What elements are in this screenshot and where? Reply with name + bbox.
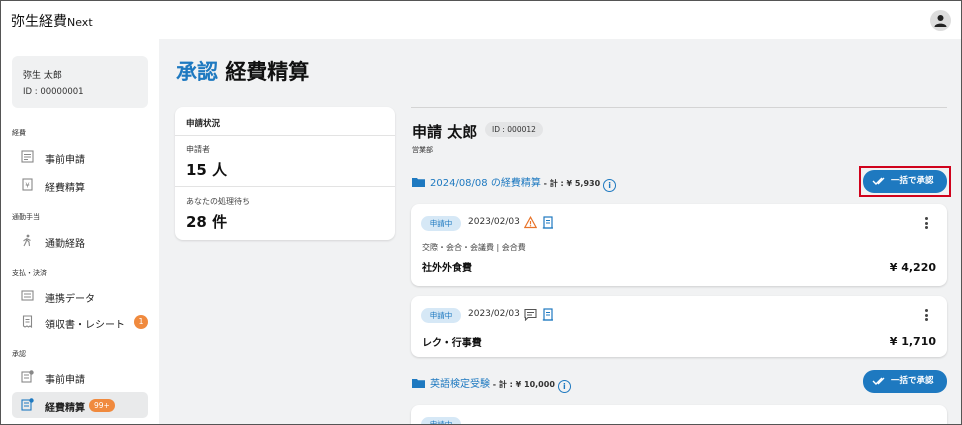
section-label-payment: 支払・決済: [12, 269, 47, 277]
folder-icon: [412, 379, 425, 388]
group-title-text: 2024/08/08 の経費精算: [430, 178, 541, 189]
info-icon[interactable]: i: [603, 179, 617, 192]
page-title-rest: 経費精算: [225, 60, 310, 84]
highlight-box: [859, 166, 951, 197]
account-avatar[interactable]: [930, 10, 951, 31]
sidebar-item-label: 領収書・レシート: [45, 320, 125, 331]
approval-expense-icon: [21, 398, 34, 411]
sidebar-item-linked-data[interactable]: 連携データ: [12, 283, 148, 309]
sidebar-item-label: 連携データ: [45, 294, 95, 305]
sidebar-item-label: 経費精算: [45, 183, 85, 194]
receipts-count-badge: 1: [134, 315, 148, 329]
walking-icon: [23, 234, 31, 247]
expense-card[interactable]: 申請中 2023/02/03 レク・行事費 ¥ 1,710: [411, 296, 947, 357]
info-icon[interactable]: i: [557, 380, 571, 393]
application-status-card: 申請状況 申請者 15 人 あなたの処理待ち 28 件: [175, 107, 395, 240]
group-title[interactable]: 英語検定受験 - 計 : ¥ 10,000 i: [430, 375, 571, 393]
group-total: - 計 : ¥ 10,000: [490, 380, 555, 389]
status-card-heading: 申請状況: [186, 119, 221, 129]
app-logo[interactable]: 弥生経費Next: [11, 11, 93, 31]
receipt-icon: [542, 216, 553, 229]
person-icon: [934, 15, 947, 27]
approval-doc-icon: [21, 370, 34, 383]
status-chip: 申請中: [421, 216, 461, 231]
divider: [175, 186, 395, 187]
sidebar-item-pre-application[interactable]: 事前申請: [12, 144, 148, 170]
section-label-commute: 通勤手当: [12, 213, 40, 221]
app-window: 弥生経費Next 弥生 太郎 ID : 00000001 経費 事前申請 ¥ 経…: [0, 0, 962, 425]
applicant-name: 申請 太郎: [412, 123, 478, 141]
pending-label: あなたの処理待ち: [186, 197, 250, 206]
sidebar-item-approval-expense-settlement[interactable]: 経費精算 99+: [12, 392, 148, 418]
document-icon: [21, 150, 34, 163]
sidebar-item-label: 経費精算: [45, 403, 85, 414]
receipt-icon: [542, 308, 553, 321]
more-options-icon[interactable]: [923, 216, 929, 230]
pending-value: 28 件: [186, 213, 228, 231]
expense-date: 2023/02/03: [468, 217, 520, 227]
double-check-icon: [872, 377, 885, 385]
expense-amount: ¥ 4,220: [889, 261, 936, 274]
applicants-label: 申請者: [186, 145, 210, 154]
sidebar-item-label: 通勤経路: [45, 239, 85, 250]
section-label-approval: 承認: [12, 350, 26, 358]
warning-icon: [524, 216, 537, 229]
user-id: ID : 00000001: [23, 87, 84, 97]
applicants-value: 15 人: [186, 161, 228, 179]
sidebar-item-expense-settlement[interactable]: ¥ 経費精算: [12, 172, 148, 198]
sidebar-item-approval-pre-application[interactable]: 事前申請: [12, 364, 148, 390]
divider: [411, 107, 947, 108]
sidebar-item-label: 事前申請: [45, 155, 85, 166]
receipt-doc-icon: [22, 315, 33, 328]
applicant-department: 営業部: [412, 146, 433, 154]
receipt-icon: ¥: [22, 178, 33, 191]
more-options-icon[interactable]: [923, 308, 929, 322]
expense-amount: ¥ 1,710: [889, 335, 936, 348]
main-content: 承認 経費精算 申請状況 申請者 15 人 あなたの処理待ち 28 件 申請 太…: [159, 39, 961, 424]
status-chip: 申請中: [421, 417, 461, 424]
user-card: 弥生 太郎 ID : 00000001: [12, 56, 148, 108]
group-title[interactable]: 2024/08/08 の経費精算 - 計 : ¥ 5,930 i: [430, 174, 617, 192]
sidebar-item-receipts[interactable]: 領収書・レシート 1: [12, 309, 148, 335]
group-title-text: 英語検定受験: [430, 379, 490, 390]
group-total: - 計 : ¥ 5,930: [540, 179, 601, 188]
expense-name: 社外外食費: [422, 263, 472, 274]
expense-name: レク・行事費: [422, 338, 482, 349]
user-name: 弥生 太郎: [23, 71, 62, 81]
sidebar-item-label: 事前申請: [45, 375, 85, 386]
expense-card[interactable]: 申請中 2023/02/03 交際・会合・会議費 | 会合費 社外外食費 ¥ 4…: [411, 204, 947, 286]
comment-icon: [524, 308, 537, 321]
section-label-expense: 経費: [12, 129, 26, 137]
applicant-id: ID : 000012: [485, 122, 543, 137]
bulk-approve-label: 一括で承認: [891, 376, 934, 386]
bulk-approve-button[interactable]: 一括で承認: [863, 370, 947, 393]
expense-category: 交際・会合・会議費 | 会合費: [422, 243, 526, 252]
sidebar-item-commute-route[interactable]: 通勤経路: [12, 228, 148, 254]
folder-icon: [412, 178, 425, 187]
divider: [175, 135, 395, 136]
top-bar: 弥生経費Next: [1, 1, 961, 39]
approval-detail-panel: 申請 太郎 ID : 000012 営業部 2024/08/08 の経費精算 -…: [411, 39, 951, 424]
sidebar: 弥生 太郎 ID : 00000001 経費 事前申請 ¥ 経費精算 通勤手当 …: [1, 39, 159, 424]
page-title-accent: 承認: [176, 60, 218, 84]
status-chip: 申請中: [421, 308, 461, 323]
expense-card[interactable]: 申請中: [411, 405, 947, 424]
page-title: 承認 経費精算: [176, 56, 309, 86]
app-title-suffix: Next: [67, 16, 93, 29]
svg-text:¥: ¥: [25, 182, 30, 190]
approval-count-badge: 99+: [89, 399, 115, 412]
expense-date: 2023/02/03: [468, 309, 520, 319]
link-data-icon: [21, 290, 34, 301]
app-title: 弥生経費: [11, 14, 67, 30]
